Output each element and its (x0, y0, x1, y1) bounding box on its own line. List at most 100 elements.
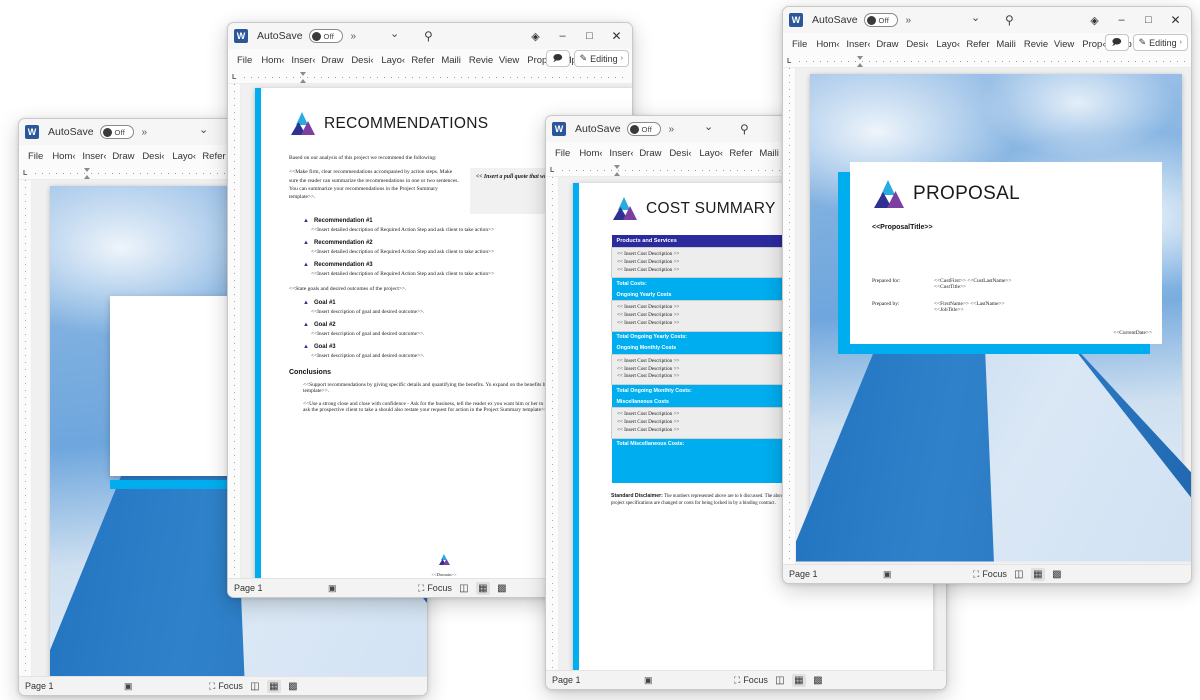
page-indicator[interactable]: Page 1 (25, 681, 54, 691)
tab-stop-selector[interactable]: L (232, 74, 236, 81)
customize-quick-access-icon[interactable]: ⌄ (704, 120, 713, 133)
tab-mailings[interactable]: Maili (437, 55, 465, 66)
page-indicator[interactable]: Page 1 (552, 675, 581, 685)
focus-mode-button[interactable]: ⛶ Focus (418, 583, 452, 594)
focus-mode-button[interactable]: ⛶ Focus (973, 569, 1007, 580)
tab-file[interactable]: File (234, 55, 257, 66)
status-bar[interactable]: Page 1 ▣ ⛶ Focus ◫ ▦ ▩ (19, 676, 427, 695)
tab-draw[interactable]: Draw (317, 55, 347, 66)
prepared-by-values[interactable]: <<FirstName>> <<LastName>> <<JobTitle>> (934, 301, 1005, 313)
customize-quick-access-icon[interactable]: ⌄ (971, 11, 980, 24)
page-indicator[interactable]: Page 1 (789, 569, 818, 579)
autosave-toggle[interactable]: Off (626, 122, 661, 136)
tab-mailings[interactable]: Maili (755, 148, 783, 159)
tab-home[interactable]: Hom‹ (812, 39, 842, 50)
accessibility-checker-icon[interactable]: ▣ (883, 569, 892, 580)
minimize-button[interactable]: – (1108, 8, 1135, 32)
ribbon-right-group[interactable]: 🗩 ✎ Editing › (1104, 34, 1188, 51)
customize-quick-access-icon[interactable]: ⌄ (199, 123, 208, 136)
search-icon[interactable]: ⚲ (424, 29, 433, 43)
tab-design[interactable]: Desi‹ (665, 148, 695, 159)
indent-marker[interactable] (84, 168, 91, 179)
web-layout-icon[interactable]: ▩ (495, 582, 509, 595)
ribbon-display-options-icon[interactable]: ◈ (1081, 8, 1108, 32)
tab-design[interactable]: Desi‹ (347, 55, 377, 66)
tab-insert[interactable]: Inser‹ (78, 151, 108, 162)
tab-review[interactable]: Revie (465, 55, 495, 66)
ribbon-display-options-icon[interactable]: ◈ (522, 24, 549, 48)
tab-draw[interactable]: Draw (635, 148, 665, 159)
status-bar[interactable]: Page 1 ▣ ⛶ Focus ◫ ▦ ▩ (546, 670, 946, 689)
page-indicator[interactable]: Page 1 (234, 583, 263, 593)
web-layout-icon[interactable]: ▩ (286, 680, 300, 693)
tab-stop-selector[interactable]: L (550, 167, 554, 174)
tab-insert[interactable]: Inser‹ (287, 55, 317, 66)
tab-layout[interactable]: Layo‹ (168, 151, 198, 162)
tab-references[interactable]: Refer (198, 151, 228, 162)
maximize-button[interactable]: □ (1135, 8, 1162, 32)
comments-button[interactable]: 🗩 (545, 50, 570, 67)
autosave-toggle[interactable]: Off (308, 29, 343, 43)
tab-home[interactable]: Hom‹ (257, 55, 287, 66)
tab-draw[interactable]: Draw (108, 151, 138, 162)
tab-layout[interactable]: Layo‹ (932, 39, 962, 50)
accessibility-checker-icon[interactable]: ▣ (124, 681, 133, 692)
customize-quick-access-icon[interactable]: ⌄ (390, 27, 399, 40)
window-controls[interactable]: ◈ – □ ✕ (522, 23, 630, 49)
tab-references[interactable]: Refer (962, 39, 992, 50)
autosave-toggle[interactable]: Off (99, 125, 134, 139)
proposal-title-placeholder[interactable]: <<ProposalTitle>> (872, 224, 933, 231)
focus-mode-button[interactable]: ⛶ Focus (209, 681, 243, 692)
maximize-button[interactable]: □ (576, 24, 603, 48)
tab-insert[interactable]: Inser‹ (605, 148, 635, 159)
read-mode-icon[interactable]: ◫ (773, 674, 787, 687)
close-button[interactable]: ✕ (1162, 8, 1189, 32)
ribbon-tabs[interactable]: File Hom‹ Inser‹ Draw Desi‹ Layo‹ Refer … (228, 49, 632, 71)
tab-view[interactable]: View (495, 55, 523, 66)
tab-references[interactable]: Refer (407, 55, 437, 66)
status-right-group[interactable]: ⛶ Focus ◫ ▦ ▩ (209, 679, 300, 693)
tab-layout[interactable]: Layo‹ (695, 148, 725, 159)
tab-file[interactable]: File (552, 148, 575, 159)
tab-file[interactable]: File (789, 39, 812, 50)
proposal-document-area[interactable]: PROPOSAL <<ProposalTitle>> Prepared for:… (796, 68, 1191, 564)
web-layout-icon[interactable]: ▩ (811, 674, 825, 687)
close-button[interactable]: ✕ (603, 24, 630, 48)
tab-review[interactable]: Revie (1020, 39, 1050, 50)
read-mode-icon[interactable]: ◫ (457, 582, 471, 595)
tab-stop-selector[interactable]: L (787, 58, 791, 65)
accessibility-checker-icon[interactable]: ▣ (644, 675, 653, 686)
tab-mailings[interactable]: Maili (992, 39, 1020, 50)
editing-mode-button[interactable]: ✎ Editing › (573, 50, 629, 67)
editing-mode-button[interactable]: ✎ Editing › (1132, 34, 1188, 51)
more-commands-icon[interactable]: » (906, 15, 912, 26)
minimize-button[interactable]: – (549, 24, 576, 48)
current-date-placeholder[interactable]: <<CurrentDate>> (1113, 330, 1152, 336)
print-layout-icon[interactable]: ▦ (1030, 567, 1045, 581)
ribbon-right-group[interactable]: 🗩 ✎ Editing › (545, 50, 629, 67)
status-right-group[interactable]: ⛶ Focus ◫ ▦ ▩ (418, 581, 509, 595)
title-bar[interactable]: W AutoSave Off » ⌄ ⚲ ◈ – □ ✕ (783, 7, 1191, 33)
title-bar[interactable]: W AutoSave Off » ⌄ ⚲ ◈ – □ ✕ (228, 23, 632, 49)
indent-marker[interactable] (614, 165, 621, 176)
status-right-group[interactable]: ⛶ Focus ◫ ▦ ▩ (973, 567, 1064, 581)
more-commands-icon[interactable]: » (142, 127, 148, 138)
comments-button[interactable]: 🗩 (1104, 34, 1129, 51)
accessibility-checker-icon[interactable]: ▣ (328, 583, 337, 594)
tab-references[interactable]: Refer (725, 148, 755, 159)
search-icon[interactable]: ⚲ (740, 122, 749, 136)
tab-home[interactable]: Hom‹ (575, 148, 605, 159)
more-commands-icon[interactable]: » (351, 31, 357, 42)
print-layout-icon[interactable]: ▦ (266, 679, 281, 693)
tab-home[interactable]: Hom‹ (48, 151, 78, 162)
tab-design[interactable]: Desi‹ (138, 151, 168, 162)
prepared-for-values[interactable]: <<CustFirst>> <<CustLastName>> <<CustTit… (934, 278, 1011, 290)
indent-marker[interactable] (857, 56, 864, 67)
ribbon-tabs[interactable]: File Hom‹ Inser‹ Draw Desi‹ Layo‹ Refer … (783, 33, 1191, 55)
tab-layout[interactable]: Layo‹ (377, 55, 407, 66)
tab-draw[interactable]: Draw (872, 39, 902, 50)
tab-design[interactable]: Desi‹ (902, 39, 932, 50)
status-bar[interactable]: Page 1 ▣ ⛶ Focus ◫ ▦ ▩ (783, 564, 1191, 583)
indent-marker[interactable] (300, 72, 307, 83)
read-mode-icon[interactable]: ◫ (1012, 568, 1026, 581)
